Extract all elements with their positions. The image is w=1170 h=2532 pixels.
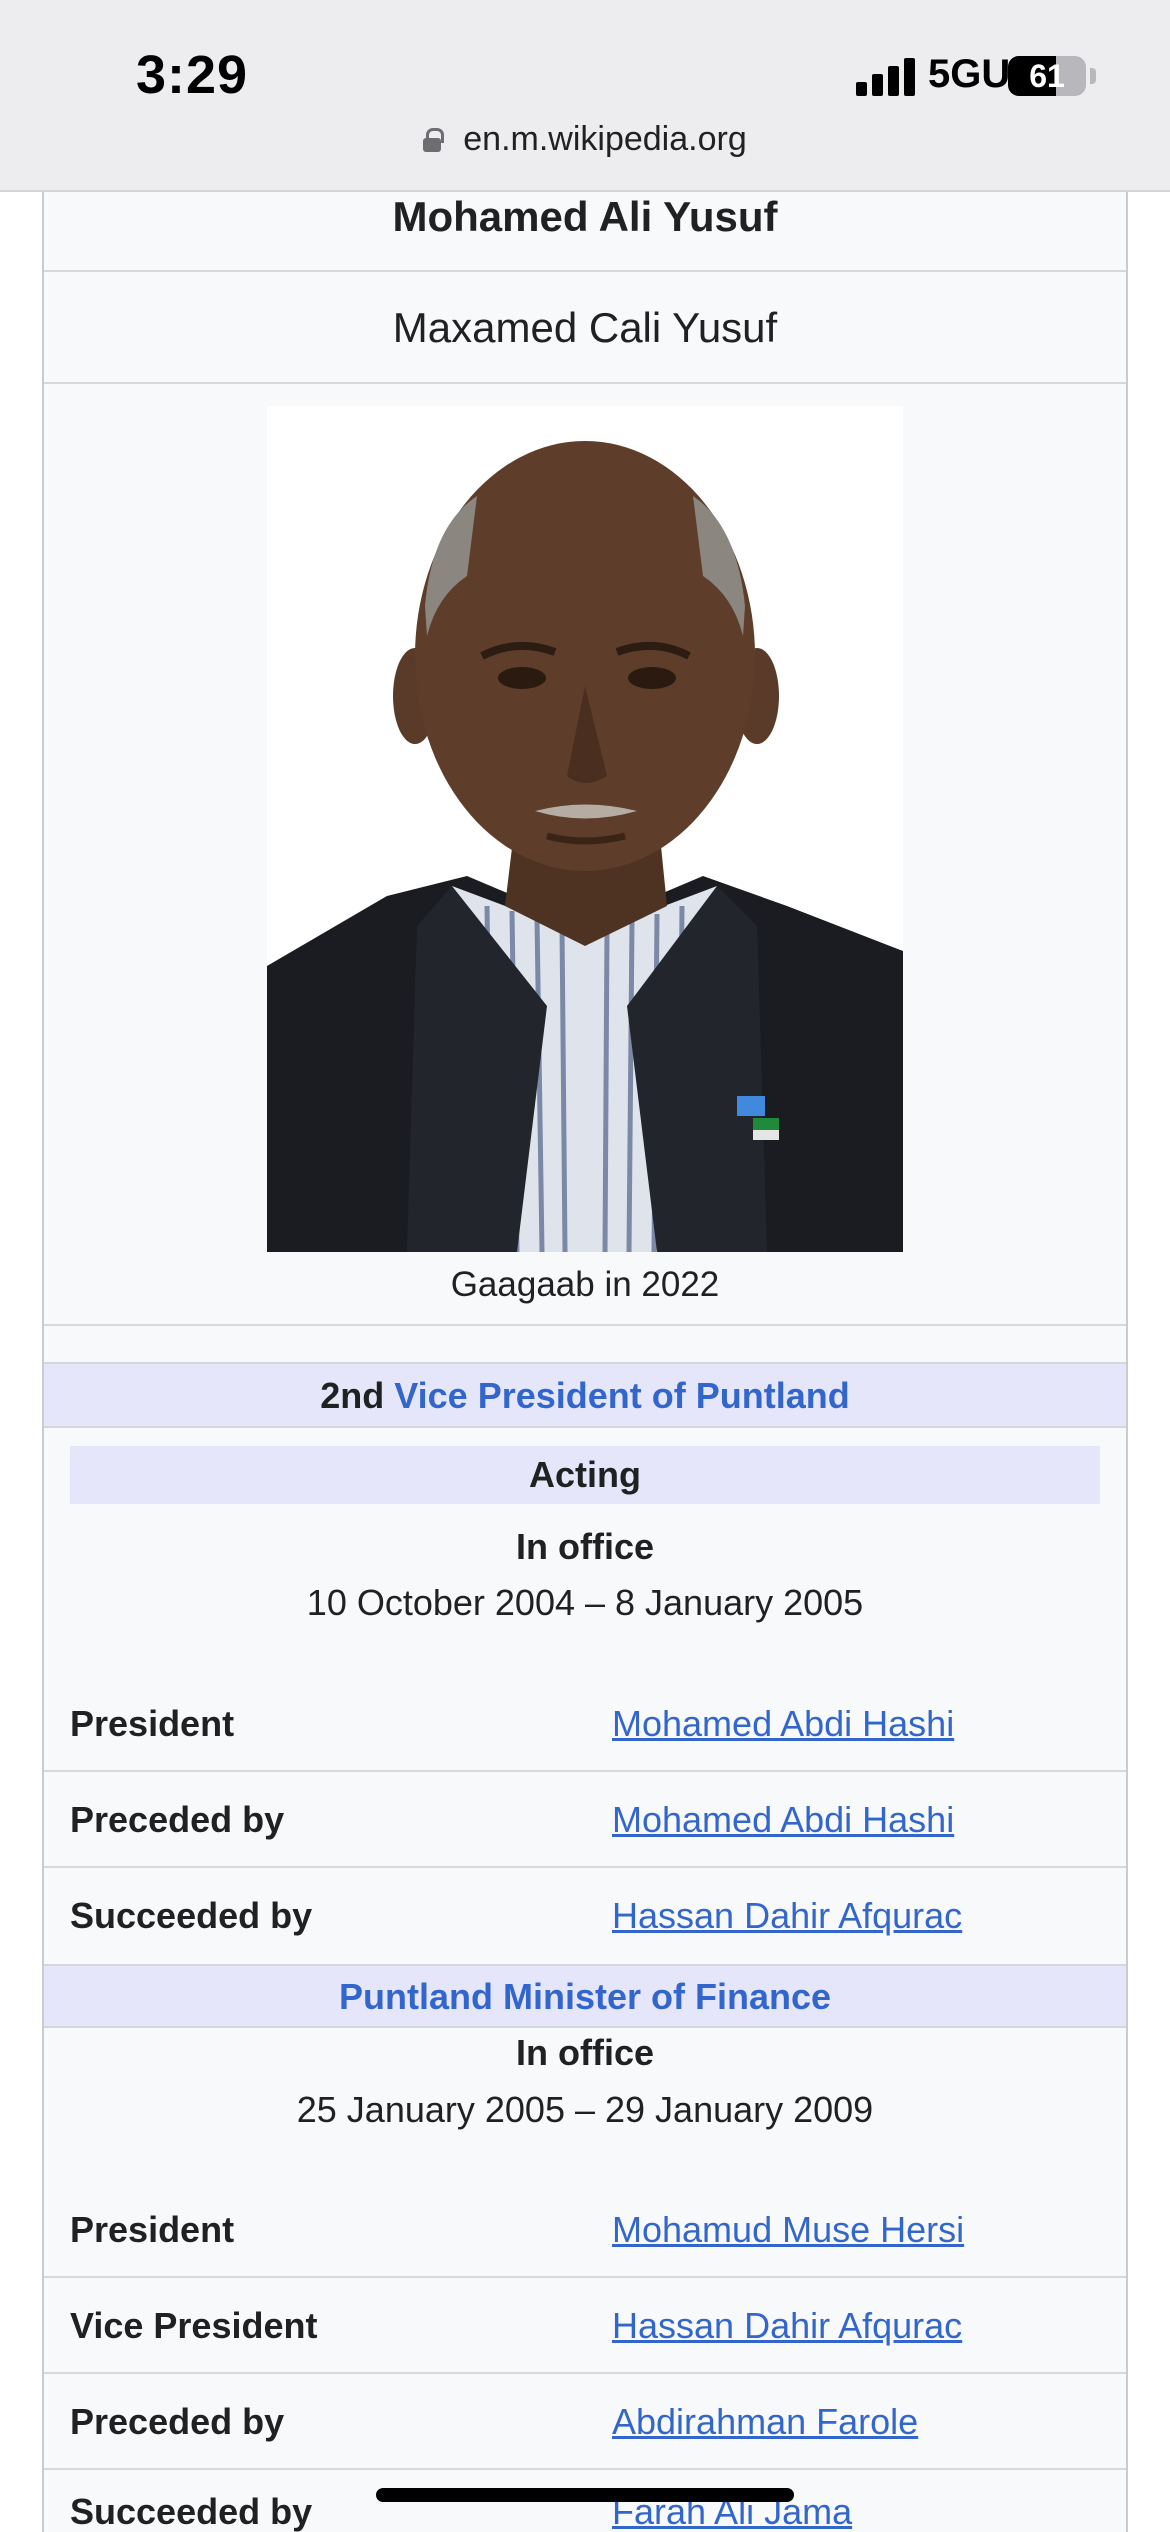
infobox: Mohamed Ali Yusuf Maxamed Cali Yusuf Gaa… (42, 192, 1128, 2532)
office-dates: 10 October 2004 – 8 January 2005 (306, 1582, 864, 1623)
info-row-vice-president: Vice President Hassan Dahir Afqurac (44, 2278, 1126, 2374)
info-row-preceded-by: Preceded by Mohamed Abdi Hashi (44, 1772, 1126, 1868)
battery-cap (1090, 68, 1096, 84)
office-dates: 25 January 2005 – 29 January 2009 (296, 2089, 874, 2130)
portrait-illustration (267, 406, 903, 1252)
office-title-link[interactable]: Puntland Minister of Finance (339, 1976, 831, 2017)
lock-icon (423, 128, 445, 152)
info-row-president: President Mohamud Muse Hersi (44, 2182, 1126, 2278)
info-value-link[interactable]: Mohamud Muse Hersi (612, 2182, 964, 2278)
in-office-label: In office (515, 1526, 654, 1567)
info-row-preceded-by: Preceded by Abdirahman Farole (44, 2374, 1126, 2470)
info-value-link[interactable]: Farah Ali Jama (612, 2472, 852, 2532)
office-header-finance-minister: Puntland Minister of Finance (44, 1964, 1126, 2028)
address-bar[interactable]: en.m.wikipedia.org (0, 120, 1170, 159)
info-label: Preceded by (70, 2401, 285, 2442)
info-label: President (70, 2209, 235, 2250)
info-label: Vice President (70, 2305, 318, 2346)
info-label: Preceded by (70, 1799, 285, 1840)
info-row-president: President Mohamed Abdi Hashi (44, 1676, 1126, 1772)
info-value-link[interactable]: Hassan Dahir Afqurac (612, 1868, 962, 1964)
in-office-label: In office (515, 2032, 654, 2073)
info-value-link[interactable]: Mohamed Abdi Hashi (612, 1676, 954, 1772)
status-time: 3:29 (136, 45, 249, 105)
home-indicator[interactable] (376, 2488, 794, 2502)
portrait-image[interactable] (267, 406, 903, 1252)
battery-level: 61 (1029, 58, 1065, 94)
info-row-succeeded-by: Succeeded by Hassan Dahir Afqurac (44, 1868, 1126, 1964)
url-text: en.m.wikipedia.org (463, 120, 747, 158)
info-label: Succeeded by (70, 2491, 313, 2532)
battery-icon: 61 (1008, 56, 1086, 96)
info-value-link[interactable]: Abdirahman Farole (612, 2374, 918, 2470)
info-value-link[interactable]: Hassan Dahir Afqurac (612, 2278, 962, 2374)
office-title-link[interactable]: Vice President of Puntland (394, 1375, 849, 1416)
office-header-vice-president: 2nd Vice President of Puntland (44, 1362, 1126, 1428)
acting-label: Acting (70, 1446, 1100, 1504)
info-label: President (70, 1703, 235, 1744)
infobox-name: Mohamed Ali Yusuf (44, 192, 1126, 272)
image-caption: Gaagaab in 2022 (44, 1252, 1126, 1326)
info-value-link[interactable]: Mohamed Abdi Hashi (612, 1772, 954, 1868)
browser-top-bar: 3:29 5GUC 61 en.m.wikipedia.org (0, 0, 1170, 192)
info-label: Succeeded by (70, 1895, 313, 1936)
native-name: Maxamed Cali Yusuf (44, 272, 1126, 384)
office-ordinal: 2nd (320, 1375, 385, 1416)
cellular-signal-icon (856, 56, 916, 96)
info-row-succeeded-by: Succeeded by Farah Ali Jama (44, 2472, 1126, 2532)
